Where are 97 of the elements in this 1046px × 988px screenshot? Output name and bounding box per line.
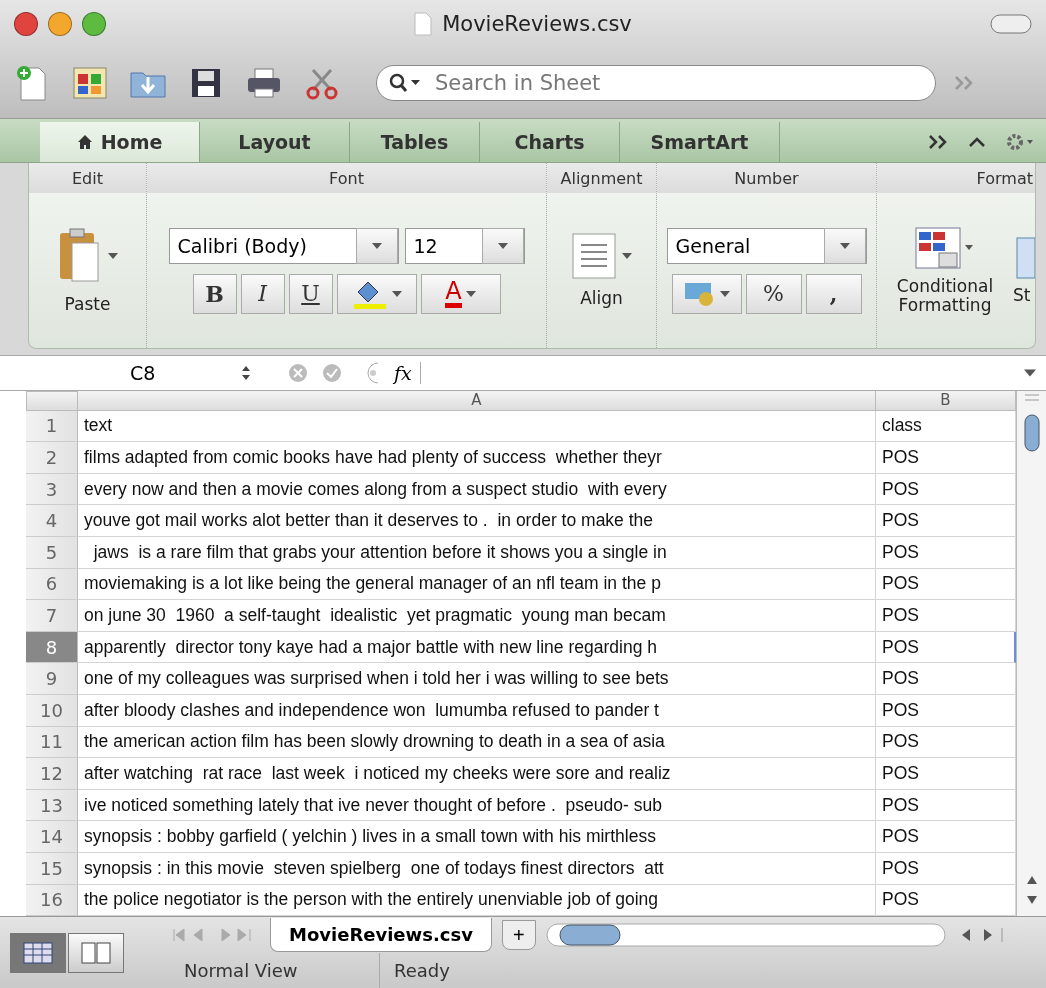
- add-sheet-button[interactable]: +: [501, 920, 536, 951]
- group-label: Number: [657, 163, 876, 194]
- table-cell: ive noticed something lately that ive never thought of before . pseudo- sub: [78, 789, 876, 822]
- ribbon-tab[interactable]: Charts: [480, 122, 620, 163]
- table-cell: synopsis : bobby garfield ( yelchin ) lives in a small town with his mirthless: [78, 821, 876, 853]
- row-header[interactable]: 16: [26, 884, 78, 917]
- money-icon: [683, 280, 716, 307]
- caret-icon: [107, 253, 118, 260]
- caret-icon: [371, 242, 382, 249]
- status-text: Ready: [393, 959, 451, 984]
- table-cell: on june 30 1960 a self-taught idealistic yet pragmatic young man becam: [78, 600, 876, 632]
- page-view-icon: [81, 941, 111, 964]
- ribbon-tab[interactable]: Layout: [200, 122, 350, 163]
- grid-view-icon: [23, 941, 53, 964]
- align-label[interactable]: Align: [580, 289, 623, 309]
- view-button[interactable]: [68, 932, 124, 973]
- column-header[interactable]: A: [78, 390, 876, 411]
- search-bar[interactable]: Search in Sheet: [376, 65, 936, 101]
- fill-color-button[interactable]: [336, 273, 417, 314]
- view-button[interactable]: [10, 932, 66, 973]
- row-header[interactable]: 14: [26, 821, 78, 853]
- table-cell: after bloody clashes and independence won lumumba refused to pander t: [78, 695, 876, 727]
- table-cell: youve got mail works alot better than it deserves to . in order to make the: [78, 505, 876, 538]
- align-icon[interactable]: [571, 233, 616, 280]
- bold-button[interactable]: B: [192, 273, 237, 314]
- horizontal-scrollbar[interactable]: [545, 922, 946, 949]
- status-view: Normal View: [170, 953, 380, 988]
- ribbon-tab[interactable]: Home: [40, 122, 200, 163]
- column-header[interactable]: B: [876, 390, 1016, 411]
- styles-label[interactable]: St: [1013, 286, 1031, 306]
- pill-icon[interactable]: [990, 14, 1032, 34]
- cell-reference[interactable]: C8: [0, 361, 240, 384]
- row-header[interactable]: 12: [26, 758, 78, 790]
- window-title: MovieReviews.csv: [442, 12, 632, 36]
- group-label: Format: [877, 163, 1035, 194]
- row-header[interactable]: 8: [26, 631, 78, 664]
- select-all-corner[interactable]: [26, 390, 78, 411]
- comma-button[interactable]: ,: [805, 273, 862, 314]
- ribbon-tab[interactable]: Tables: [350, 122, 480, 163]
- table-cell: the american action film has been slowly drowning to death in a sea of asia: [78, 726, 876, 759]
- row-header[interactable]: 3: [26, 473, 78, 506]
- vertical-scrollbar[interactable]: [1016, 390, 1046, 917]
- cancel-icon[interactable]: [288, 362, 308, 383]
- row-header[interactable]: 6: [26, 568, 78, 601]
- conditional-formatting-label[interactable]: Conditional Formatting: [885, 277, 1005, 315]
- scroll-thumb-icon[interactable]: [1022, 412, 1041, 453]
- caret-icon: [839, 242, 850, 249]
- font-size-field[interactable]: 12: [404, 227, 525, 264]
- font-name-field[interactable]: Calibri (Body): [168, 227, 399, 264]
- search-field[interactable]: Search in Sheet: [433, 70, 923, 96]
- table-cell: one of my colleagues was surprised when i told her i was willing to see bets: [78, 663, 876, 695]
- group-label: Font: [147, 163, 546, 194]
- row-header[interactable]: 1: [26, 410, 78, 443]
- row-header[interactable]: 15: [26, 853, 78, 885]
- table-cell: jaws is a rare film that grabs your attention before it shows you a single in: [78, 537, 876, 569]
- table-cell: moviemaking is a lot like being the general manager of an nfl team in the p: [78, 568, 876, 601]
- currency-button[interactable]: [671, 273, 742, 314]
- close-icon[interactable]: [14, 12, 38, 36]
- paste-label[interactable]: Paste: [64, 295, 111, 315]
- home-icon: [76, 134, 93, 151]
- underline-button[interactable]: U: [288, 273, 333, 314]
- row-header[interactable]: 4: [26, 505, 78, 538]
- caret-icon: [391, 290, 402, 297]
- row-header[interactable]: 9: [26, 663, 78, 695]
- table-cell: films adapted from comic books have had plenty of success whether theyr: [78, 442, 876, 474]
- italic-button[interactable]: I: [240, 273, 285, 314]
- font-color-button[interactable]: A: [420, 273, 501, 314]
- number-format-field[interactable]: General: [666, 227, 867, 264]
- caret-icon: [719, 290, 730, 297]
- row-header[interactable]: 5: [26, 537, 78, 569]
- document-icon: [414, 12, 433, 36]
- conditional-formatting-icon[interactable]: [915, 227, 975, 272]
- row-header[interactable]: 2: [26, 442, 78, 474]
- caret-icon: [465, 290, 476, 297]
- styles-icon[interactable]: [1013, 236, 1035, 281]
- row-header[interactable]: 10: [26, 695, 78, 727]
- zoom-icon[interactable]: [82, 12, 106, 36]
- table-cell: every now and then a movie comes along from a suspect studio with every: [78, 473, 876, 506]
- minimize-icon[interactable]: [48, 12, 72, 36]
- table-cell: after watching rat race last week i noticed my cheeks were sore and realiz: [78, 758, 876, 790]
- group-label: Edit: [29, 163, 146, 194]
- table-cell: synopsis : in this movie steven spielberg one of todays finest directors att: [78, 853, 876, 885]
- row-header[interactable]: 11: [26, 726, 78, 759]
- group-label: Alignment: [547, 163, 656, 194]
- table-cell: text: [78, 410, 876, 443]
- sheet-tab[interactable]: MovieReviews.csv: [270, 918, 492, 953]
- caret-icon: [497, 242, 508, 249]
- ribbon-tab[interactable]: SmartArt: [620, 122, 780, 163]
- table-cell: apparently director tony kaye had a major battle with new line regarding h: [78, 631, 876, 664]
- confirm-icon[interactable]: [322, 362, 342, 383]
- row-header[interactable]: 13: [26, 789, 78, 822]
- collapse-icon[interactable]: [968, 136, 986, 149]
- function-label[interactable]: fx: [394, 361, 421, 384]
- caret-icon: [621, 253, 632, 260]
- row-header[interactable]: 7: [26, 600, 78, 632]
- expand-icon[interactable]: [1024, 368, 1036, 377]
- percent-button[interactable]: %: [745, 273, 802, 314]
